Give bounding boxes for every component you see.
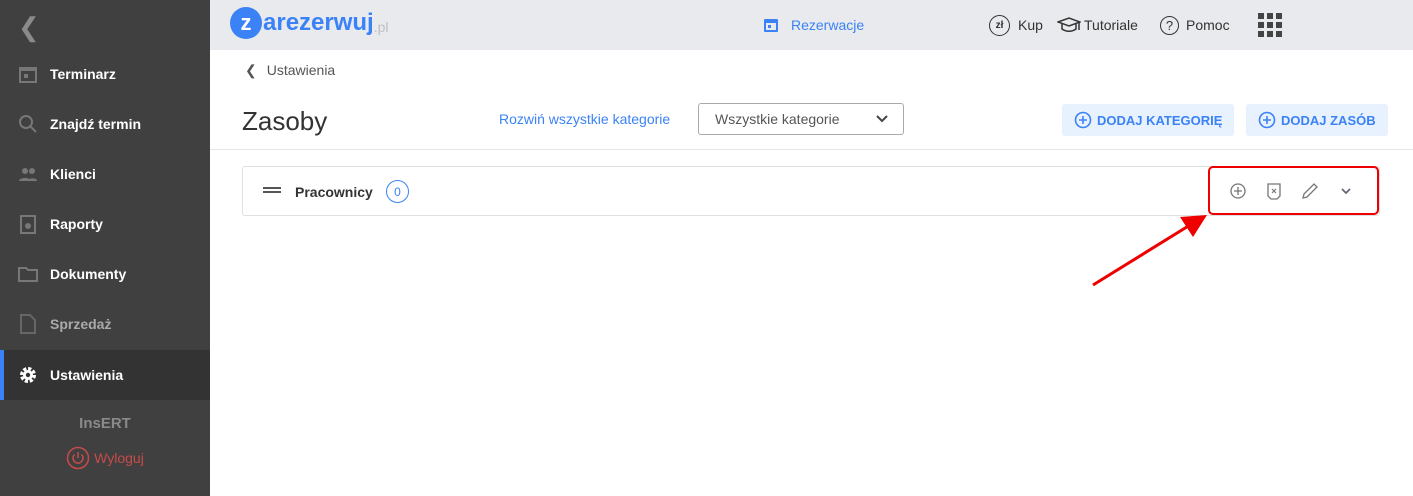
breadcrumb[interactable]: ❮ Ustawienia [245, 62, 335, 79]
logo-text: arezerwuj [263, 9, 374, 36]
add-resource-icon[interactable] [1228, 181, 1248, 201]
sidebar-item-label: Sprzedaż [50, 316, 112, 332]
page-title: Zasoby [242, 106, 328, 136]
plus-circle-icon [1258, 111, 1276, 129]
sidebar-item-ustawienia[interactable]: Ustawienia [0, 350, 210, 400]
logo-tld: .pl [373, 19, 389, 35]
delete-icon[interactable] [1264, 181, 1284, 201]
nav-tutorials[interactable]: Tutoriale [1057, 0, 1138, 50]
sidebar-item-label: Terminarz [50, 66, 116, 82]
add-category-button[interactable]: DODAJ KATEGORIĘ [1062, 104, 1235, 136]
add-category-label: DODAJ KATEGORIĘ [1097, 112, 1223, 128]
nav-reservations[interactable]: Rezerwacje [763, 0, 864, 50]
logo-mark: z [230, 7, 262, 39]
category-name: Pracownicy [295, 184, 373, 200]
breadcrumb-label: Ustawienia [266, 62, 336, 78]
category-select-value: Wszystkie kategorie [715, 111, 840, 127]
sidebar-item-terminarz[interactable]: Terminarz [0, 49, 210, 99]
sidebar-item-raporty[interactable]: Raporty [0, 199, 210, 249]
nav-buy[interactable]: zł Kup [989, 0, 1043, 50]
sidebar-item-label: Klienci [50, 166, 96, 182]
category-actions-highlight [1208, 166, 1379, 215]
chevron-down-icon[interactable] [1336, 181, 1356, 201]
apps-menu-button[interactable] [1258, 0, 1288, 50]
drag-handle-icon[interactable] [263, 187, 281, 193]
logo[interactable]: z arezerwuj .pl [230, 7, 389, 39]
sidebar-item-sprzedaz[interactable]: Sprzedaż [0, 299, 210, 349]
sidebar-item-label: Ustawienia [50, 367, 124, 383]
nav-buy-label: Kup [1018, 17, 1043, 33]
sidebar-item-klienci[interactable]: Klienci [0, 149, 210, 199]
edit-pencil-icon[interactable] [1300, 181, 1320, 201]
nav-help-label: Pomoc [1186, 17, 1230, 33]
sidebar-item-label: Znajdź termin [50, 116, 142, 132]
annotation-arrow [1092, 215, 1207, 287]
search-icon [19, 115, 37, 133]
sidebar-item-dokumenty[interactable]: Dokumenty [0, 249, 210, 299]
document-icon [20, 314, 36, 334]
category-select[interactable]: Wszystkie kategorie [698, 103, 904, 135]
logout-label: Wyloguj [94, 450, 144, 466]
back-chevron-icon: ❮ [245, 62, 257, 78]
nav-tutorials-label: Tutoriale [1084, 17, 1138, 33]
divider [210, 149, 1413, 150]
collapse-sidebar-icon[interactable]: ❮ [18, 12, 40, 43]
report-icon [20, 215, 36, 234]
graduation-cap-icon [1057, 17, 1081, 32]
help-icon: ? [1160, 15, 1179, 35]
users-icon [19, 168, 37, 181]
power-icon [66, 446, 90, 470]
add-resource-label: DODAJ ZASÓB [1281, 112, 1376, 128]
gear-icon [20, 367, 36, 383]
sidebar-item-znajdz-termin[interactable]: Znajdź termin [0, 99, 210, 149]
add-resource-button[interactable]: DODAJ ZASÓB [1246, 104, 1388, 136]
calendar-icon [19, 67, 37, 83]
apps-grid-icon [1258, 13, 1282, 37]
sidebar-item-label: Dokumenty [50, 266, 127, 282]
plus-circle-icon [1074, 111, 1092, 129]
nav-help[interactable]: ? Pomoc [1160, 0, 1230, 50]
logout-button[interactable]: Wyloguj [0, 446, 210, 470]
sidebar-item-label: Raporty [50, 216, 103, 232]
sidebar: ❮ Terminarz Znajdź termin Klienci Raport… [0, 0, 210, 496]
expand-all-link[interactable]: Rozwiń wszystkie kategorie [499, 111, 670, 127]
nav-reservations-label: Rezerwacje [791, 17, 865, 33]
zloty-icon: zł [989, 14, 1010, 36]
top-header: z arezerwuj .pl Rezerwacje zł Kup Tutori… [210, 0, 1413, 50]
company-name: InsERT [79, 415, 131, 432]
calendar-icon [764, 19, 778, 32]
chevron-down-icon [876, 115, 888, 123]
category-count-badge: 0 [386, 180, 409, 203]
folder-icon [18, 267, 38, 282]
